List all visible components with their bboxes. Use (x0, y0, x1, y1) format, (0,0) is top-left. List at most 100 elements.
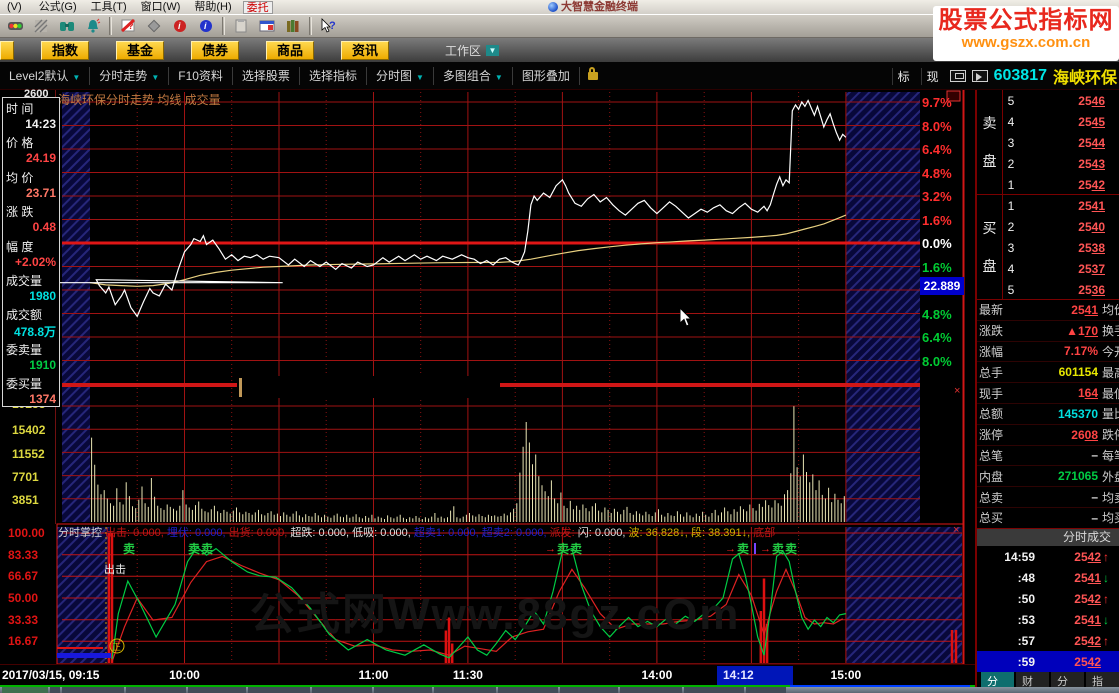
indicator-value-7: 超卖2: 0.000, (481, 527, 550, 539)
indicator-value-5: 低吸: 0.000, (352, 527, 414, 539)
window-icon[interactable] (254, 16, 280, 36)
toolbar-separator (109, 17, 112, 35)
date-label: 2017/03/15, 09:15 (2, 668, 100, 682)
bell-icon[interactable] (80, 16, 106, 36)
app-title-text: 大智慧金融终端 (561, 1, 638, 13)
tab-item-3[interactable]: 选择股票 (233, 66, 300, 85)
binoculars-icon[interactable] (54, 16, 80, 36)
tooltip-row-2: 均 价 23.71 (6, 170, 56, 200)
diamond-icon[interactable] (141, 16, 167, 36)
tick-row-3: :53 2541 ↓ (1017, 612, 1109, 627)
ghost-watermark: 公式网Www.88gz.cOm (250, 590, 741, 639)
tab-item-1[interactable]: 分时走势 ▼ (90, 66, 170, 85)
workspace-label[interactable]: 工作区 ▼ (445, 42, 500, 59)
books-icon[interactable] (280, 16, 306, 36)
nav-button-4[interactable]: 资讯 (341, 40, 389, 60)
crosshair-time-label: 14:12 (717, 666, 793, 685)
info-red-icon[interactable]: i (167, 16, 193, 36)
indicator-value-4: 超跌: 0.000, (290, 527, 353, 539)
buy-queue-label: 买盘 (977, 195, 1003, 299)
tick-row-0: 14:59 2542 ↑ (1004, 549, 1109, 564)
hatch-square-icon[interactable] (28, 16, 54, 36)
svg-text:→: → (760, 543, 771, 555)
indicator-value-10: 波: 36.828↓, (628, 527, 691, 539)
pct-axis-label-5: 1.6% (922, 212, 952, 228)
stock-name: 海峡环保 (1052, 70, 1117, 87)
crosshair-tooltip: 时 间 14:23 价 格 24.19 均 价 23.71 涨 跌 0.48 幅 度 +2.02%… (2, 97, 60, 407)
sell-signal-2: 卖 (201, 541, 213, 556)
lock-icon[interactable] (587, 66, 598, 80)
sell-signal-4: 卖 (570, 541, 582, 556)
svg-text:?: ? (329, 20, 336, 32)
stat-row-9: 总卖–均卖 (977, 487, 1119, 508)
indicator-value-9: 闪: 0.000, (577, 527, 629, 539)
time-label-3: 14:00 (641, 668, 673, 682)
tab-item-7[interactable]: 图形叠加 (513, 66, 580, 85)
indicator-value-8: 派发: (549, 527, 578, 539)
indicator-value-0: 分时掌控 (58, 527, 106, 539)
svg-text:正: 正 (112, 642, 121, 652)
info-blue-icon[interactable]: i (193, 16, 219, 36)
indicator-header: 分时掌控 出击: 0.000, 埋伏: 0.000, 出货: 0.000, 超跌… (58, 524, 958, 539)
flag-question-icon[interactable]: ? (115, 16, 141, 36)
stat-row-8: 内盘271065外盘 (977, 466, 1119, 488)
os-taskbar[interactable] (0, 687, 1119, 693)
sell-row-2: 3 2544 (1007, 135, 1105, 150)
tooltip-row-0: 时 间 14:23 (6, 102, 56, 131)
vol-axis-label-4: 3851 (12, 493, 39, 507)
nav-button-3[interactable]: 商品 (266, 40, 314, 60)
pct-axis-label-2: 6.4% (922, 142, 952, 157)
tab-item-0[interactable]: Level2默认 ▼ (0, 66, 91, 85)
nav-button-0[interactable]: 指数 (41, 40, 89, 60)
tooltip-row-7: 委卖量 1910 (6, 342, 56, 372)
osc-axis-label-4: 33.33 (8, 612, 39, 627)
pct-axis-label-9: 4.8% (922, 306, 952, 322)
vol-axis-label-2: 11552 (12, 447, 45, 461)
indicator-value-1: 出击: 0.000, (105, 527, 167, 539)
buy-row-3: 4 2537 (1007, 261, 1105, 276)
osc-axis-label-2: 66.67 (8, 569, 39, 583)
sell-signal-7: 卖 (785, 541, 797, 556)
collapse-icon[interactable] (949, 70, 966, 82)
broker-menu-item[interactable]: 委托 (242, 0, 273, 14)
tick-list: 14:59 2542 ↑:48 2541 ↓:50 2542 ↑:53 2541 ↓:57 254… (977, 546, 1119, 672)
tag-biao-button[interactable]: 标 (891, 67, 915, 85)
chevron-down-icon[interactable]: ▼ (486, 44, 500, 56)
tab-item-6[interactable]: 多图组合 ▼ (434, 66, 513, 85)
time-label-4: 15:00 (830, 668, 862, 682)
nav-button-clipped[interactable] (0, 40, 14, 60)
menu-fragment[interactable]: (V) (7, 1, 22, 13)
nav-button-1[interactable]: 基金 (116, 40, 164, 60)
tab-item-2[interactable]: F10资料 (169, 66, 233, 85)
pct-axis-label-6: 0.0% (922, 236, 952, 251)
menu-item-2[interactable]: 窗口(W) (141, 1, 181, 13)
play-next-icon[interactable] (971, 70, 988, 82)
clipboard-icon[interactable] (228, 16, 254, 36)
stat-row-4: 现手164最低 (977, 383, 1119, 404)
app-title: 大智慧金融终端 (548, 0, 638, 14)
stat-row-3: 总手601154最高 (977, 362, 1119, 384)
menu-item-1[interactable]: 工具(T) (91, 1, 127, 13)
menu-item-0[interactable]: 公式(G) (39, 1, 77, 13)
dzh-terminal-window: (V) 公式(G) 工具(T) 窗口(W) 帮助(H) 委托 大智慧金融终端 ? i i?… (0, 0, 1119, 693)
pct-axis-label-3: 4.8% (922, 165, 952, 181)
close-indicator-icon[interactable]: × (953, 524, 959, 536)
menu-bar: (V) 公式(G) 工具(T) 窗口(W) 帮助(H) (0, 0, 239, 14)
stat-row-5: 总额145370量比 (977, 404, 1119, 425)
time-label-0: 10:00 (169, 668, 200, 682)
traffic-light-icon[interactable] (2, 16, 28, 36)
help-cursor-icon[interactable]: ? (315, 16, 341, 36)
indicator-value-2: 埋伏: 0.000, (166, 527, 229, 539)
crosshair-price-label: 22.889 (920, 277, 964, 295)
nav-button-2[interactable]: 债券 (191, 40, 239, 60)
tick-row-1: :48 2541 ↓ (1017, 570, 1109, 585)
pct-axis-label-1: 8.0% (922, 118, 952, 134)
tab-item-4[interactable]: 选择指标 (300, 66, 367, 85)
mouse-cursor-icon (680, 308, 693, 327)
tag-xian-button[interactable]: 现 (920, 67, 944, 85)
menu-item-3[interactable]: 帮助(H) (194, 1, 231, 13)
osc-axis-label-0: 100.00 (8, 526, 45, 540)
indicator-value-11: 段: 38.391↓, (690, 527, 754, 539)
tab-item-5[interactable]: 分时图 ▼ (367, 66, 434, 85)
svg-text:→: → (725, 543, 736, 555)
